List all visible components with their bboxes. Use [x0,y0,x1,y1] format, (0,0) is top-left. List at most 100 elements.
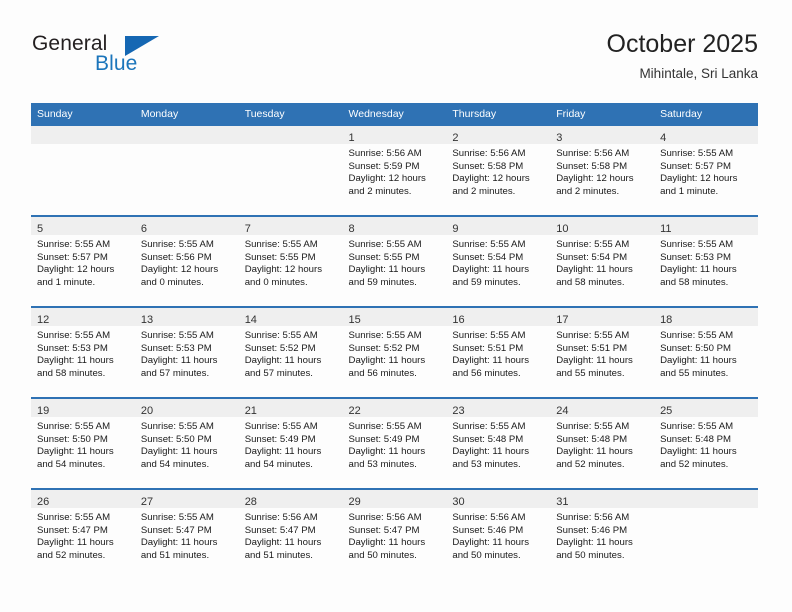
sunrise-text: Sunrise: 5:55 AM [140,239,214,250]
calendar-cell-day-26[interactable]: 26 Sunrise: 5:55 AM Sunset: 5:47 PM Dayligh… [31,488,135,579]
calendar-cell-day-18[interactable]: 18 Sunrise: 5:55 AM Sunset: 5:50 PM Dayligh… [654,306,758,398]
day-number-band: 4 [654,126,758,144]
calendar-cell-day-15[interactable]: 15 Sunrise: 5:55 AM Sunset: 5:52 PM Dayligh… [342,306,447,398]
day-number-band: 13 [134,308,239,326]
day-details: Sunrise: 5:56 AM Sunset: 5:47 PM Daylight:… [343,508,447,562]
day-number: 22 [348,405,361,417]
day-details: Sunrise: 5:55 AM Sunset: 5:56 PM Daylight:… [135,235,239,289]
calendar-cell-day-29[interactable]: 29 Sunrise: 5:56 AM Sunset: 5:47 PM Dayligh… [342,488,447,579]
calendar-cell-day-16[interactable]: 16 Sunrise: 5:55 AM Sunset: 5:51 PM Dayligh… [446,306,551,398]
calendar-cell-day-4[interactable]: 4 Sunrise: 5:55 AM Sunset: 5:57 PM Daylight… [654,126,758,216]
day-number: 26 [37,496,50,508]
calendar-cell-day-2[interactable]: 2 Sunrise: 5:56 AM Sunset: 5:58 PM Daylight… [446,126,551,216]
day-details: Sunrise: 5:56 AM Sunset: 5:46 PM Daylight:… [550,508,654,562]
calendar-cell-day-23[interactable]: 23 Sunrise: 5:55 AM Sunset: 5:48 PM Dayligh… [446,397,551,489]
calendar-cell-day-9[interactable]: 9 Sunrise: 5:55 AM Sunset: 5:54 PM Daylight… [446,215,551,307]
day-box: 8 Sunrise: 5:55 AM Sunset: 5:55 PM Daylight… [342,217,447,306]
calendar-cell-day-13[interactable]: 13 Sunrise: 5:55 AM Sunset: 5:53 PM Dayligh… [134,306,239,398]
daylight-text-line1: Daylight: 11 hours [556,264,633,276]
sunset-text: Sunset: 5:54 PM [452,251,524,263]
calendar-cell-day-24[interactable]: 24 Sunrise: 5:55 AM Sunset: 5:48 PM Dayligh… [550,397,655,489]
day-details: Sunrise: 5:56 AM Sunset: 5:59 PM Daylight:… [343,144,447,198]
day-number: 21 [244,405,257,417]
sunrise-text: Sunrise: 5:56 AM [348,148,422,159]
day-number: 8 [348,223,355,235]
calendar-cell-day-17[interactable]: 17 Sunrise: 5:55 AM Sunset: 5:51 PM Dayligh… [550,306,655,398]
sunset-text: Sunset: 5:55 PM [348,251,420,263]
daylight-text-line2: and 54 minutes. [244,458,313,470]
calendar-cell-day-27[interactable]: 27 Sunrise: 5:55 AM Sunset: 5:47 PM Dayligh… [134,488,239,579]
day-details: Sunrise: 5:55 AM Sunset: 5:48 PM Daylight:… [550,417,654,471]
calendar-week-row: 19 Sunrise: 5:55 AM Sunset: 5:50 PM Dayligh… [31,397,758,489]
day-number-band: 23 [446,399,551,417]
calendar-cell-day-12[interactable]: 12 Sunrise: 5:55 AM Sunset: 5:53 PM Dayligh… [31,306,135,398]
calendar-cell-day-3[interactable]: 3 Sunrise: 5:56 AM Sunset: 5:58 PM Daylight… [550,126,655,216]
calendar-cell-day-31[interactable]: 31 Sunrise: 5:56 AM Sunset: 5:46 PM Dayligh… [550,488,655,579]
calendar-cell-day-19[interactable]: 19 Sunrise: 5:55 AM Sunset: 5:50 PM Dayligh… [31,397,135,489]
day-details: Sunrise: 5:55 AM Sunset: 5:53 PM Daylight:… [31,326,135,380]
daylight-text-line1: Daylight: 11 hours [348,264,426,276]
calendar-cell-day-10[interactable]: 10 Sunrise: 5:55 AM Sunset: 5:54 PM Dayligh… [550,215,655,307]
day-box: 1 Sunrise: 5:56 AM Sunset: 5:59 PM Daylight… [342,126,447,215]
calendar-cell-day-8[interactable]: 8 Sunrise: 5:55 AM Sunset: 5:55 PM Daylight… [342,215,447,307]
day-box: 7 Sunrise: 5:55 AM Sunset: 5:55 PM Daylight… [238,217,343,306]
sunrise-text: Sunrise: 5:56 AM [452,148,526,159]
calendar-cell-day-22[interactable]: 22 Sunrise: 5:55 AM Sunset: 5:49 PM Dayligh… [342,397,447,489]
calendar-header-row: Sunday Monday Tuesday Wednesday Thursday Frid… [31,103,758,126]
daylight-text-line1: Daylight: 11 hours [140,446,218,458]
day-details: Sunrise: 5:56 AM Sunset: 5:46 PM Daylight:… [446,508,550,562]
day-details: Sunrise: 5:56 AM Sunset: 5:58 PM Daylight:… [550,144,654,198]
day-number-band: 9 [446,217,551,235]
daylight-text-line1: Daylight: 11 hours [556,355,633,367]
day-number-band: 14 [238,308,343,326]
daylight-text-line2: and 54 minutes. [140,458,210,470]
daylight-text-line1: Daylight: 11 hours [37,537,114,549]
calendar-cell-day-30[interactable]: 30 Sunrise: 5:56 AM Sunset: 5:46 PM Dayligh… [446,488,551,579]
daylight-text-line1: Daylight: 11 hours [140,537,218,549]
sunset-text: Sunset: 5:47 PM [244,524,316,536]
calendar-cell-day-25[interactable]: 25 Sunrise: 5:55 AM Sunset: 5:48 PM Dayligh… [654,397,758,489]
general-blue-logo[interactable]: General Blue [31,32,271,88]
day-box: 15 Sunrise: 5:55 AM Sunset: 5:52 PM Dayligh… [342,308,447,397]
sunset-text: Sunset: 5:49 PM [348,433,420,445]
sunrise-text: Sunrise: 5:55 AM [140,512,214,523]
day-box: 30 Sunrise: 5:56 AM Sunset: 5:46 PM Dayligh… [446,490,551,579]
calendar-cell-day-1[interactable]: 1 Sunrise: 5:56 AM Sunset: 5:59 PM Daylight… [342,126,447,216]
calendar-cell-day-11[interactable]: 11 Sunrise: 5:55 AM Sunset: 5:53 PM Dayligh… [654,215,758,307]
daylight-text-line1: Daylight: 11 hours [348,355,426,367]
day-box: 5 Sunrise: 5:55 AM Sunset: 5:57 PM Daylight… [31,217,135,306]
weekday-header-monday: Monday [134,103,239,126]
daylight-text-line2: and 56 minutes. [452,367,521,379]
day-box: 23 Sunrise: 5:55 AM Sunset: 5:48 PM Dayligh… [446,399,551,488]
daylight-text-line2: and 50 minutes. [452,549,521,561]
daylight-text-line2: and 2 minutes. [556,185,620,197]
day-number: 11 [660,223,672,235]
calendar-cell-day-14[interactable]: 14 Sunrise: 5:55 AM Sunset: 5:52 PM Dayligh… [238,306,343,398]
day-number-band: 7 [238,217,343,235]
day-box: 6 Sunrise: 5:55 AM Sunset: 5:56 PM Daylight… [134,217,239,306]
calendar-cell-day-21[interactable]: 21 Sunrise: 5:55 AM Sunset: 5:49 PM Dayligh… [238,397,343,489]
sunrise-text: Sunrise: 5:55 AM [140,330,214,341]
calendar-cell-day-28[interactable]: 28 Sunrise: 5:56 AM Sunset: 5:47 PM Dayligh… [238,488,343,579]
daylight-text-line1: Daylight: 11 hours [348,537,426,549]
day-box: 17 Sunrise: 5:55 AM Sunset: 5:51 PM Dayligh… [550,308,655,397]
day-number-band: 18 [654,308,758,326]
daylight-text-line2: and 52 minutes. [37,549,106,561]
day-number-band: 12 [31,308,135,326]
sunset-text: Sunset: 5:52 PM [348,342,420,354]
daylight-text-line1: Daylight: 11 hours [244,537,322,549]
daylight-text-line2: and 52 minutes. [556,458,625,470]
calendar-cell-day-7[interactable]: 7 Sunrise: 5:55 AM Sunset: 5:55 PM Daylight… [238,215,343,307]
sunset-text: Sunset: 5:48 PM [660,433,731,445]
daylight-text-line2: and 52 minutes. [660,458,729,470]
calendar-cell-day-20[interactable]: 20 Sunrise: 5:55 AM Sunset: 5:50 PM Dayligh… [134,397,239,489]
calendar-cell-day-6[interactable]: 6 Sunrise: 5:55 AM Sunset: 5:56 PM Daylight… [134,215,239,307]
daylight-text-line2: and 0 minutes. [244,276,308,288]
calendar-cell-day-5[interactable]: 5 Sunrise: 5:55 AM Sunset: 5:57 PM Daylight… [31,215,135,307]
day-box: 26 Sunrise: 5:55 AM Sunset: 5:47 PM Dayligh… [31,490,135,579]
day-details: Sunrise: 5:56 AM Sunset: 5:47 PM Daylight:… [239,508,343,562]
sunset-text: Sunset: 5:48 PM [452,433,524,445]
daylight-text-line1: Daylight: 12 hours [244,264,323,276]
day-number: 18 [660,314,673,326]
day-details: Sunrise: 5:55 AM Sunset: 5:57 PM Daylight:… [31,235,135,289]
